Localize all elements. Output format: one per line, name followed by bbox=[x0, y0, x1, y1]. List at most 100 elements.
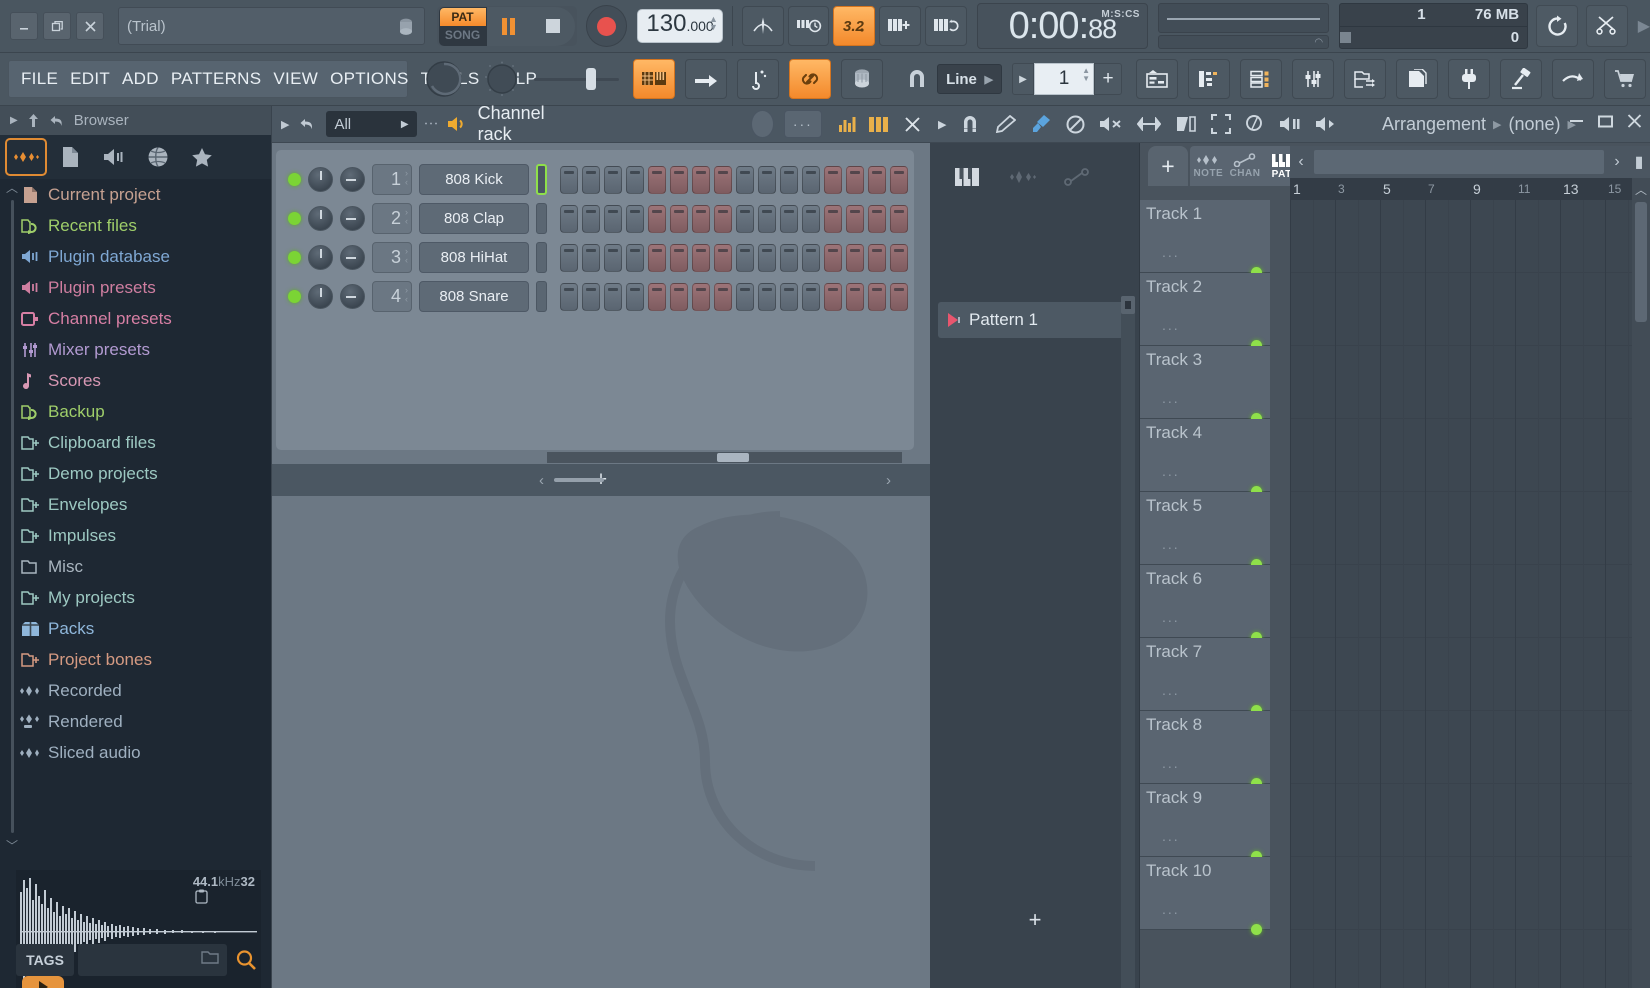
slide-tool-button[interactable] bbox=[737, 59, 780, 99]
channel-mute-led[interactable] bbox=[288, 212, 301, 225]
step-button[interactable] bbox=[604, 243, 622, 272]
channel-level-meter[interactable] bbox=[536, 203, 547, 234]
playlist-vscrollbar[interactable]: ︿ bbox=[1632, 178, 1650, 988]
hscroll-track[interactable] bbox=[1314, 150, 1604, 174]
record-button[interactable] bbox=[585, 5, 628, 47]
channel-pan-knob[interactable] bbox=[308, 206, 333, 231]
channel-rack-options-button[interactable]: ··· bbox=[783, 110, 822, 138]
filter-tab-note[interactable]: NOTE bbox=[1190, 146, 1227, 186]
playlist-track[interactable]: Track 2... bbox=[1140, 273, 1270, 351]
plugin-manager-icon[interactable] bbox=[1500, 59, 1542, 99]
step-button[interactable] bbox=[758, 243, 776, 272]
playlist-track[interactable]: Track 6... bbox=[1140, 565, 1270, 643]
paint-icon[interactable] bbox=[1030, 114, 1052, 134]
channel-filter-select[interactable]: All ▶ bbox=[326, 111, 417, 137]
step-button[interactable] bbox=[802, 243, 820, 272]
channel-index-spinner[interactable]: › ‹ bbox=[405, 208, 408, 226]
hscroll-left-icon[interactable]: ‹ bbox=[1290, 147, 1312, 177]
restore-icon[interactable] bbox=[43, 12, 71, 40]
step-button[interactable] bbox=[780, 204, 798, 233]
channel-volume-knob[interactable] bbox=[340, 284, 365, 309]
tempo-spinner-icon[interactable]: ▲ ▼ bbox=[709, 15, 718, 32]
step-button[interactable] bbox=[780, 165, 798, 194]
step-button[interactable] bbox=[714, 282, 732, 311]
menu-item-view[interactable]: VIEW bbox=[273, 69, 318, 89]
step-button[interactable] bbox=[736, 282, 754, 311]
step-button[interactable] bbox=[648, 204, 666, 233]
step-button[interactable] bbox=[692, 282, 710, 311]
refresh-button[interactable] bbox=[1536, 5, 1578, 47]
close-icon[interactable] bbox=[76, 12, 104, 40]
step-button[interactable] bbox=[692, 243, 710, 272]
channel-rack-close-icon[interactable] bbox=[904, 116, 921, 133]
step-button[interactable] bbox=[692, 165, 710, 194]
browser-expand-icon[interactable]: ▶ bbox=[10, 115, 18, 126]
channel-volume-knob[interactable] bbox=[340, 245, 365, 270]
playlist-hscrollbar[interactable]: ‹ › ▮ bbox=[1290, 146, 1650, 178]
step-button[interactable] bbox=[670, 282, 688, 311]
time-display[interactable]: 0:00:88 M:S:CS bbox=[976, 3, 1148, 49]
slip-icon[interactable] bbox=[1175, 115, 1197, 133]
playlist-close-icon[interactable] bbox=[1627, 114, 1642, 128]
mixer-knob-button[interactable] bbox=[841, 59, 884, 99]
step-button[interactable] bbox=[670, 204, 688, 233]
channel-rack-graph-icon[interactable] bbox=[838, 116, 858, 133]
hscroll-right-icon[interactable]: › bbox=[1606, 147, 1628, 177]
browser-search-input[interactable] bbox=[78, 944, 227, 976]
track-menu-icon[interactable]: ... bbox=[1162, 755, 1180, 771]
step-button[interactable] bbox=[802, 204, 820, 233]
step-button[interactable] bbox=[736, 165, 754, 194]
browser-up-icon[interactable] bbox=[27, 113, 40, 128]
track-menu-icon[interactable]: ... bbox=[1162, 901, 1180, 917]
browser-item-recent-files[interactable]: Recent files bbox=[20, 210, 272, 241]
step-button[interactable] bbox=[560, 204, 578, 233]
step-button[interactable] bbox=[802, 165, 820, 194]
step-button[interactable] bbox=[560, 243, 578, 272]
step-button[interactable] bbox=[626, 243, 644, 272]
step-button[interactable] bbox=[868, 243, 886, 272]
channel-name-button[interactable]: 808 HiHat bbox=[419, 242, 529, 273]
step-button[interactable] bbox=[780, 243, 798, 272]
select-icon[interactable] bbox=[1211, 114, 1232, 134]
hscroll-right-arrow[interactable]: › bbox=[886, 472, 891, 489]
channel-name-button[interactable]: 808 Clap bbox=[419, 203, 529, 234]
hscroll-end-icon[interactable]: ▮ bbox=[1628, 147, 1650, 177]
browser-item-clipboard-files[interactable]: Clipboard files bbox=[20, 427, 272, 458]
project-picker-icon[interactable] bbox=[1396, 59, 1438, 99]
menu-item-edit[interactable]: EDIT bbox=[70, 69, 110, 89]
track-menu-icon[interactable]: ... bbox=[1162, 609, 1180, 625]
browser-item-scores[interactable]: Scores bbox=[20, 365, 272, 396]
cut-tool-button[interactable] bbox=[1585, 5, 1628, 47]
tags-button[interactable]: TAGS bbox=[16, 944, 74, 976]
playlist-ruler[interactable]: 1 3 5 7 9 11 13 15 bbox=[1290, 178, 1650, 200]
remote-icon[interactable] bbox=[1552, 59, 1594, 99]
channel-pan-knob[interactable] bbox=[308, 245, 333, 270]
browser-tab-plugins[interactable] bbox=[93, 138, 135, 176]
browser-item-mixer-presets[interactable]: Mixer presets bbox=[20, 334, 272, 365]
channel-level-meter[interactable] bbox=[536, 164, 547, 195]
drag-handle-icon[interactable]: ⋮ bbox=[423, 116, 440, 133]
channel-rack-menu-arrow[interactable]: ▶ bbox=[281, 118, 289, 131]
search-icon[interactable] bbox=[231, 944, 261, 976]
step-button[interactable] bbox=[626, 165, 644, 194]
channel-pan-knob[interactable] bbox=[308, 167, 333, 192]
channel-index-spinner[interactable]: › ‹ bbox=[405, 169, 408, 187]
browser-tab-files[interactable] bbox=[49, 138, 91, 176]
step-button[interactable] bbox=[560, 282, 578, 311]
browser-item-backup[interactable]: Backup bbox=[20, 396, 272, 427]
step-button[interactable] bbox=[714, 165, 732, 194]
slider-handle[interactable] bbox=[586, 68, 596, 90]
channel-index[interactable]: 2 › ‹ bbox=[372, 203, 412, 234]
channel-row[interactable]: 4 › ‹ 808 Snare bbox=[288, 277, 914, 316]
piano-roll-icon[interactable] bbox=[1188, 59, 1230, 99]
step-button[interactable] bbox=[758, 165, 776, 194]
step-button[interactable] bbox=[670, 165, 688, 194]
browser-tab-globe[interactable] bbox=[137, 138, 179, 176]
step-button[interactable] bbox=[846, 165, 864, 194]
step-plus-button[interactable]: + bbox=[1094, 63, 1122, 95]
step-button[interactable] bbox=[890, 165, 908, 194]
pat-mode-label[interactable]: PAT bbox=[439, 8, 486, 26]
pencil-icon[interactable] bbox=[994, 115, 1017, 133]
master-pitch-knob[interactable] bbox=[422, 57, 466, 101]
step-button[interactable] bbox=[604, 165, 622, 194]
